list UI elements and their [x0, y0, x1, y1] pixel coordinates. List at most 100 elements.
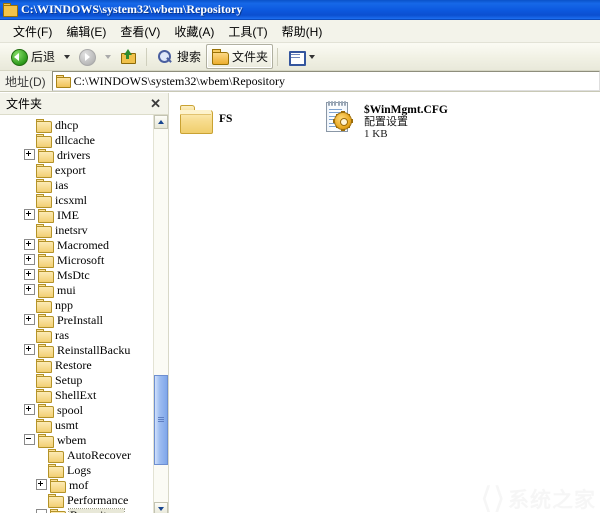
tree-item-label: Performance: [67, 494, 128, 506]
tree-item-icsxml[interactable]: icsxml: [0, 192, 153, 207]
menu-view[interactable]: 查看(V): [115, 21, 169, 42]
folder-icon: [179, 103, 213, 135]
folder-icon: [38, 149, 53, 161]
tree-item-msdtc[interactable]: MsDtc: [0, 267, 153, 282]
up-button[interactable]: [114, 44, 142, 69]
folder-icon: [38, 404, 53, 416]
expand-plus-icon[interactable]: [36, 479, 47, 490]
tree-expander-spacer: [24, 360, 33, 369]
scrollbar-thumb[interactable]: [154, 375, 168, 465]
close-icon[interactable]: ✕: [148, 97, 163, 110]
tree-item-dhcp[interactable]: dhcp: [0, 117, 153, 132]
tree-item-label: Microsoft: [57, 254, 104, 266]
file-list-pane[interactable]: FS$WinMgmt.CFG配置设置1 KB ⟨⟩ 系统之家: [169, 93, 600, 516]
tree-item-spool[interactable]: spool: [0, 402, 153, 417]
views-chevron-down-icon[interactable]: [309, 55, 315, 59]
tree-item-usmt[interactable]: usmt: [0, 417, 153, 432]
menu-edit[interactable]: 编辑(E): [61, 21, 115, 42]
expand-plus-icon[interactable]: [24, 209, 35, 220]
expand-plus-icon[interactable]: [24, 404, 35, 415]
address-bar-label: 地址(D): [5, 73, 46, 90]
tree-item-autorecover[interactable]: AutoRecover: [0, 447, 153, 462]
scrollbar-track[interactable]: [154, 129, 168, 502]
views-button[interactable]: [282, 44, 323, 69]
tree-item-label: Macromed: [57, 239, 109, 251]
folder-icon: [36, 194, 51, 206]
menu-tools[interactable]: 工具(T): [223, 21, 276, 42]
tree-item-ias[interactable]: ias: [0, 177, 153, 192]
tree-item-setup[interactable]: Setup: [0, 372, 153, 387]
folder-tree-scrollbar[interactable]: [153, 115, 168, 516]
expand-plus-icon[interactable]: [24, 314, 35, 325]
folders-icon: [211, 48, 229, 66]
forward-button[interactable]: [73, 44, 101, 69]
tree-item-label: inetsrv: [55, 224, 88, 236]
tree-item-label: ias: [55, 179, 68, 191]
tree-item-label: wbem: [57, 434, 86, 446]
tree-item-export[interactable]: export: [0, 162, 153, 177]
tree-item-logs[interactable]: Logs: [0, 462, 153, 477]
address-input[interactable]: C:\WINDOWS\system32\wbem\Repository: [52, 71, 600, 91]
tree-item-label: dhcp: [55, 119, 78, 131]
tree-item-ime[interactable]: IME: [0, 207, 153, 222]
tree-expander-spacer: [24, 300, 33, 309]
tree-item-label: ras: [55, 329, 69, 341]
expand-plus-icon[interactable]: [24, 284, 35, 295]
file-item-labels: $WinMgmt.CFG配置设置1 KB: [364, 101, 448, 140]
folders-pane-header: 文件夹 ✕: [0, 93, 168, 115]
tree-item-wbem[interactable]: wbem: [0, 432, 153, 447]
expand-plus-icon[interactable]: [24, 239, 35, 250]
menu-bar: 文件(F) 编辑(E) 查看(V) 收藏(A) 工具(T) 帮助(H): [0, 20, 600, 43]
back-dropdown-chevron-down-icon[interactable]: [64, 55, 70, 59]
expand-plus-icon[interactable]: [24, 269, 35, 280]
file-item[interactable]: $WinMgmt.CFG配置设置1 KB: [324, 101, 448, 140]
tree-item-mof[interactable]: mof: [0, 477, 153, 492]
expand-plus-icon[interactable]: [24, 149, 35, 160]
expand-plus-icon[interactable]: [24, 254, 35, 265]
tree-expander-spacer: [24, 375, 33, 384]
tree-item-restore[interactable]: Restore: [0, 357, 153, 372]
menu-help[interactable]: 帮助(H): [277, 21, 332, 42]
folder-icon: [36, 299, 51, 311]
tree-item-microsoft[interactable]: Microsoft: [0, 252, 153, 267]
folder-icon: [36, 224, 51, 236]
menu-favorites[interactable]: 收藏(A): [169, 21, 223, 42]
tree-item-dllcache[interactable]: dllcache: [0, 132, 153, 147]
tree-item-inetsrv[interactable]: inetsrv: [0, 222, 153, 237]
scroll-up-button[interactable]: [154, 115, 168, 129]
tree-item-preinstall[interactable]: PreInstall: [0, 312, 153, 327]
search-button[interactable]: 搜索: [151, 44, 206, 69]
tree-expander-spacer: [24, 390, 33, 399]
tree-item-drivers[interactable]: drivers: [0, 147, 153, 162]
collapse-minus-icon[interactable]: [24, 434, 35, 445]
watermark-logo-icon: ⟨⟩: [479, 484, 505, 514]
folders-button[interactable]: 文件夹: [206, 44, 273, 69]
tree-item-mui[interactable]: mui: [0, 282, 153, 297]
folder-tree[interactable]: dhcp dllcachedriversexport ias icsxmlIME ine…: [0, 115, 153, 516]
tree-item-ras[interactable]: ras: [0, 327, 153, 342]
file-item-type: 配置设置: [364, 116, 448, 128]
tree-item-label: usmt: [55, 419, 78, 431]
toolbar: 后退 搜索 文件夹: [0, 43, 600, 71]
file-item[interactable]: FS: [179, 103, 232, 135]
back-button[interactable]: 后退: [5, 44, 60, 69]
tree-item-performance[interactable]: Performance: [0, 492, 153, 507]
folder-icon: [38, 209, 53, 221]
forward-dropdown-chevron-down-icon[interactable]: [105, 55, 111, 59]
tree-item-label: npp: [55, 299, 73, 311]
tree-item-reinstallbacku[interactable]: ReinstallBacku: [0, 342, 153, 357]
tree-item-label: dllcache: [55, 134, 95, 146]
tree-item-macromed[interactable]: Macromed: [0, 237, 153, 252]
up-folder-icon: [119, 48, 137, 66]
folder-icon: [38, 344, 53, 356]
tree-item-shellext[interactable]: ShellExt: [0, 387, 153, 402]
title-bar: C:\WINDOWS\system32\wbem\Repository: [0, 0, 600, 20]
tree-expander-spacer: [24, 420, 33, 429]
tree-item-label: ReinstallBacku: [57, 344, 130, 356]
menu-file[interactable]: 文件(F): [8, 21, 61, 42]
tree-item-label: icsxml: [55, 194, 87, 206]
folder-icon: [38, 269, 53, 281]
tree-item-npp[interactable]: npp: [0, 297, 153, 312]
folder-icon: [36, 134, 51, 146]
expand-plus-icon[interactable]: [24, 344, 35, 355]
